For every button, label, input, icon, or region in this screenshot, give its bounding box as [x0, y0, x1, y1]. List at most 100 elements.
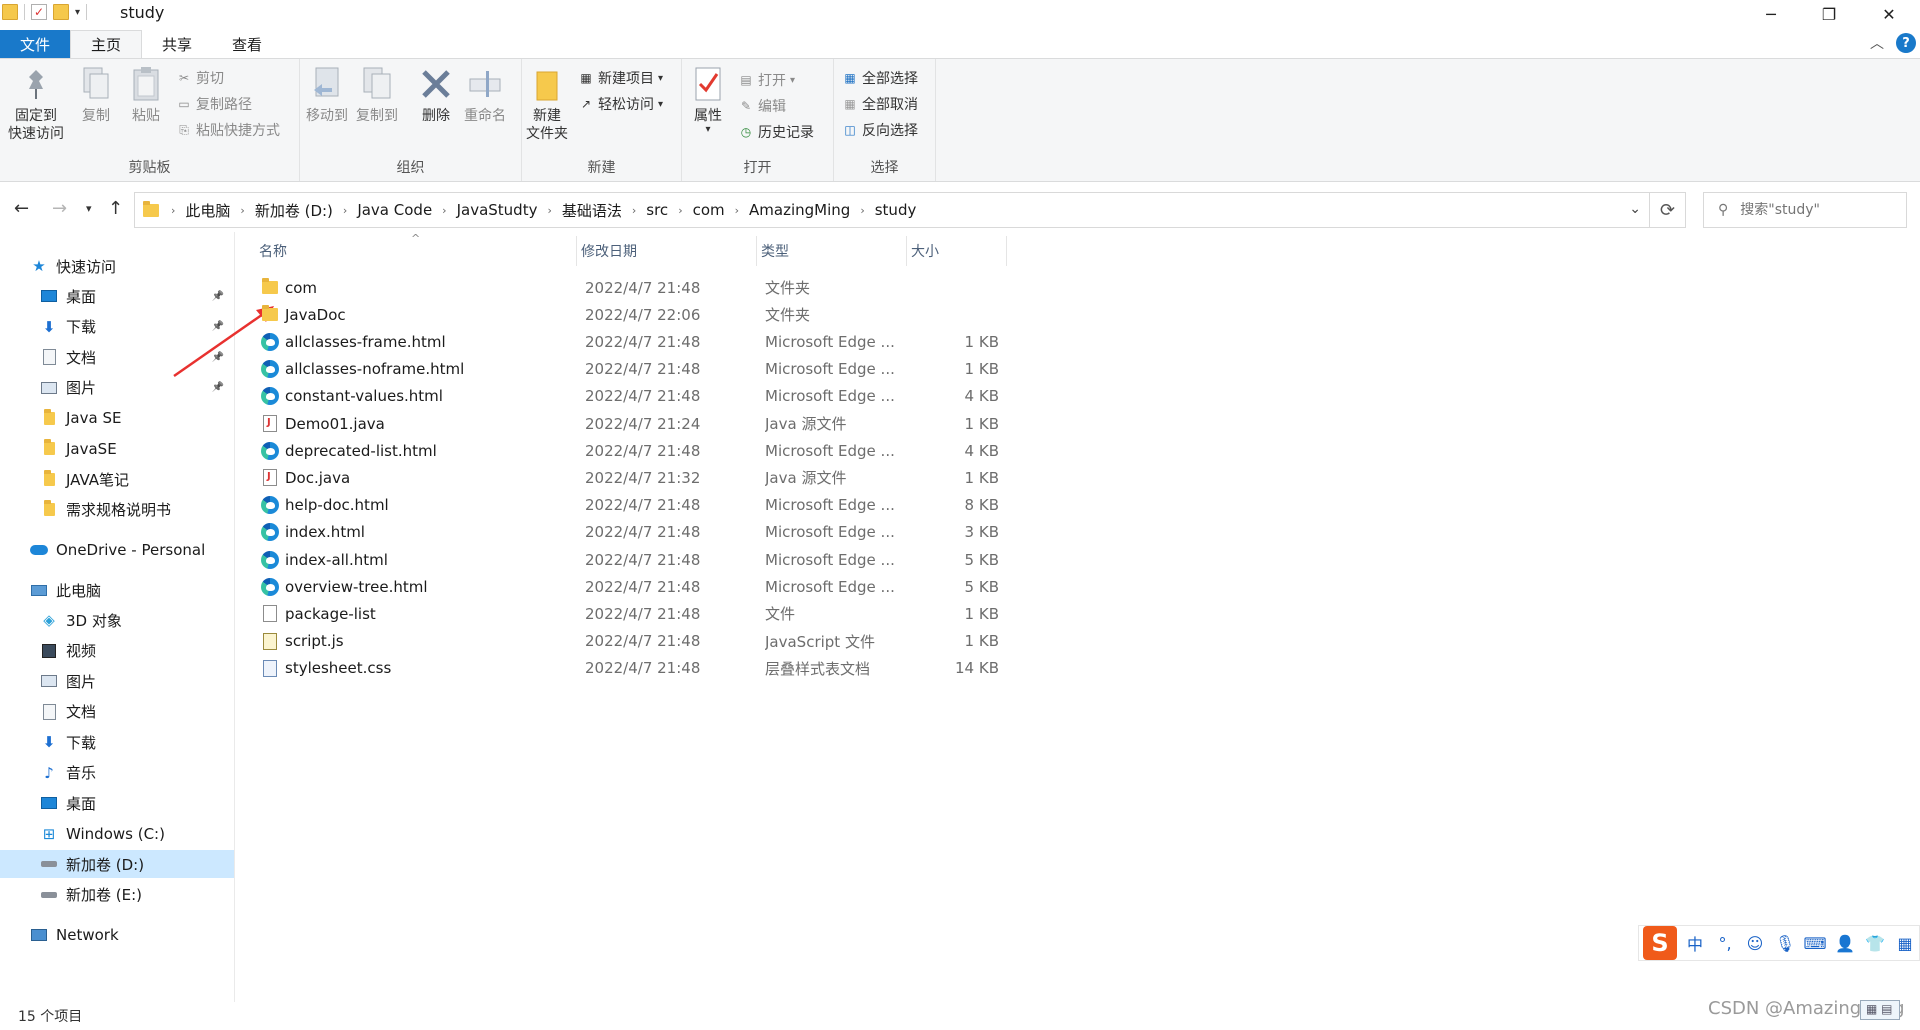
nav-quick-item[interactable]: 需求规格说明书 [0, 496, 234, 524]
properties-button[interactable]: 属性 ▾ [690, 65, 726, 135]
file-name-cell[interactable]: allclasses-frame.html [261, 328, 577, 355]
nav-this-pc[interactable]: 此电脑 [0, 576, 234, 604]
column-header-date[interactable]: 修改日期 [577, 236, 757, 266]
recent-locations-icon[interactable]: ▾ [86, 202, 92, 215]
file-name-cell[interactable]: help-doc.html [261, 492, 577, 519]
file-name-cell[interactable]: JavaDoc [261, 301, 577, 328]
file-row[interactable]: allclasses-noframe.html 2022/4/7 21:48 Mic… [255, 356, 1015, 383]
column-header-size[interactable]: 大小 [907, 236, 1007, 266]
file-name-cell[interactable]: script.js [261, 628, 577, 655]
customize-toolbar-icon[interactable]: ▾ [75, 7, 80, 18]
chevron-right-icon[interactable]: › [632, 204, 636, 217]
chevron-right-icon[interactable]: › [735, 204, 739, 217]
file-row[interactable]: JavaDoc 2022/4/7 22:06 文件夹 [255, 301, 1015, 328]
search-input[interactable] [1740, 202, 1881, 218]
restore-button[interactable]: ❐ [1806, 0, 1852, 28]
file-row[interactable]: com 2022/4/7 21:48 文件夹 [255, 274, 1015, 301]
chevron-down-icon[interactable]: ⌄ [1629, 201, 1641, 217]
nav-quick-access[interactable]: ★ 快速访问 [0, 252, 234, 280]
nav-quick-item[interactable]: Java SE [0, 404, 234, 432]
search-box[interactable]: ⚲ [1703, 192, 1907, 228]
new-folder-button[interactable]: 新建 文件夹 [526, 65, 568, 143]
back-arrow-icon[interactable]: ← [14, 198, 29, 219]
new-item-button[interactable]: ▦ 新建项目 ▾ [578, 67, 663, 89]
nav-pc-item[interactable]: 新加卷 (D:) [0, 850, 234, 878]
select-all-button[interactable]: ▦ 全部选择 [842, 67, 918, 89]
file-row[interactable]: package-list 2022/4/7 21:48 文件 1 KB [255, 600, 1015, 627]
tab-view[interactable]: 查看 [212, 30, 282, 58]
help-icon[interactable]: ? [1896, 33, 1916, 53]
ime-language-toggle[interactable]: 中 [1683, 931, 1707, 955]
copy-to-button[interactable]: 复制到 [356, 65, 398, 125]
tab-share[interactable]: 共享 [142, 30, 212, 58]
nav-quick-item[interactable]: JavaSE [0, 435, 234, 463]
file-name-cell[interactable]: overview-tree.html [261, 573, 577, 600]
nav-pc-item[interactable]: 视频 [0, 637, 234, 665]
chevron-right-icon[interactable]: › [547, 204, 551, 217]
chevron-right-icon[interactable]: › [343, 204, 347, 217]
file-name-cell[interactable]: Demo01.java [261, 410, 577, 437]
file-name-cell[interactable]: allclasses-noframe.html [261, 356, 577, 383]
minimize-button[interactable]: ─ [1748, 0, 1794, 28]
nav-pc-item[interactable]: 图片 [0, 667, 234, 695]
chevron-right-icon[interactable]: › [240, 204, 244, 217]
emoji-icon[interactable]: ☺ [1743, 934, 1767, 953]
breadcrumb-item[interactable]: src [646, 201, 668, 219]
column-header-type[interactable]: 类型 [757, 236, 907, 266]
breadcrumb-item[interactable]: com [693, 201, 725, 219]
microphone-icon[interactable]: 🎙 [1773, 934, 1797, 953]
cut-button[interactable]: ✂ 剪切 [176, 67, 224, 89]
breadcrumb-item[interactable]: 基础语法 [562, 200, 622, 221]
nav-pc-item[interactable]: ⊞ Windows (C:) [0, 820, 234, 848]
skin-shirt-icon[interactable]: 👕 [1863, 934, 1887, 953]
breadcrumb-item[interactable]: JavaStudty [457, 201, 538, 219]
file-row[interactable]: allclasses-frame.html 2022/4/7 21:48 Micro… [255, 328, 1015, 355]
breadcrumb-item[interactable]: study [875, 201, 917, 219]
move-to-button[interactable]: 移动到 [306, 65, 348, 125]
file-name-cell[interactable]: package-list [261, 600, 577, 627]
file-name-cell[interactable]: Doc.java [261, 464, 577, 491]
toolbox-grid-icon[interactable]: ▦ [1893, 934, 1917, 953]
open-button[interactable]: ▤ 打开 ▾ [738, 69, 795, 91]
file-name-cell[interactable]: deprecated-list.html [261, 437, 577, 464]
file-row[interactable]: script.js 2022/4/7 21:48 JavaScript 文件 1 KB [255, 628, 1015, 655]
new-folder-quick-icon[interactable] [53, 4, 69, 20]
nav-pc-item[interactable]: 文档 [0, 698, 234, 726]
properties-quick-icon[interactable]: ✓ [31, 4, 47, 20]
paste-button[interactable]: 粘贴 [128, 65, 164, 125]
file-row[interactable]: overview-tree.html 2022/4/7 21:48 Microsof… [255, 573, 1015, 600]
history-button[interactable]: ◷ 历史记录 [738, 121, 814, 143]
file-name-cell[interactable]: com [261, 274, 577, 301]
file-row[interactable]: help-doc.html 2022/4/7 21:48 Microsoft Edg… [255, 492, 1015, 519]
file-name-cell[interactable]: index-all.html [261, 546, 577, 573]
chevron-right-icon[interactable]: › [678, 204, 682, 217]
forward-arrow-icon[interactable]: → [52, 198, 67, 219]
file-row[interactable]: Doc.java 2022/4/7 21:32 Java 源文件 1 KB [255, 464, 1015, 491]
nav-pc-item[interactable]: 桌面 [0, 789, 234, 817]
tab-home[interactable]: 主页 [70, 30, 143, 58]
address-bar[interactable]: › 此电脑 › 新加卷 (D:) › Java Code › JavaStudty › 基础语法… [134, 192, 1650, 228]
select-none-button[interactable]: ▦ 全部取消 [842, 93, 918, 115]
nav-pc-item[interactable]: ◈ 3D 对象 [0, 606, 234, 634]
breadcrumb-item[interactable]: 新加卷 (D:) [255, 200, 333, 221]
user-icon[interactable]: 👤 [1833, 934, 1857, 953]
sogou-logo-icon[interactable]: S [1643, 926, 1677, 960]
pin-quick-access-button[interactable]: 固定到 快速访问 [8, 65, 64, 143]
chevron-right-icon[interactable]: › [442, 204, 446, 217]
rename-button[interactable]: 重命名 [464, 65, 506, 125]
file-row[interactable]: Demo01.java 2022/4/7 21:24 Java 源文件 1 KB [255, 410, 1015, 437]
tab-file[interactable]: 文件 [0, 30, 70, 58]
close-button[interactable]: ✕ [1866, 0, 1912, 28]
nav-onedrive[interactable]: OneDrive - Personal [0, 536, 234, 564]
file-name-cell[interactable]: index.html [261, 519, 577, 546]
collapse-ribbon-icon[interactable]: ︿ [1870, 33, 1884, 53]
refresh-button[interactable]: ⟳ [1650, 192, 1686, 228]
file-row[interactable]: stylesheet.css 2022/4/7 21:48 层叠样式表文档 14 KB [255, 655, 1015, 682]
up-arrow-icon[interactable]: ↑ [108, 198, 123, 219]
nav-pc-item[interactable]: ⬇ 下载 [0, 728, 234, 756]
nav-pc-item[interactable]: 新加卷 (E:) [0, 881, 234, 909]
chevron-right-icon[interactable]: › [860, 204, 864, 217]
file-row[interactable]: index-all.html 2022/4/7 21:48 Microsoft Ed… [255, 546, 1015, 573]
nav-quick-item[interactable]: JAVA笔记 [0, 465, 234, 493]
edit-button[interactable]: ✎ 编辑 [738, 95, 786, 117]
